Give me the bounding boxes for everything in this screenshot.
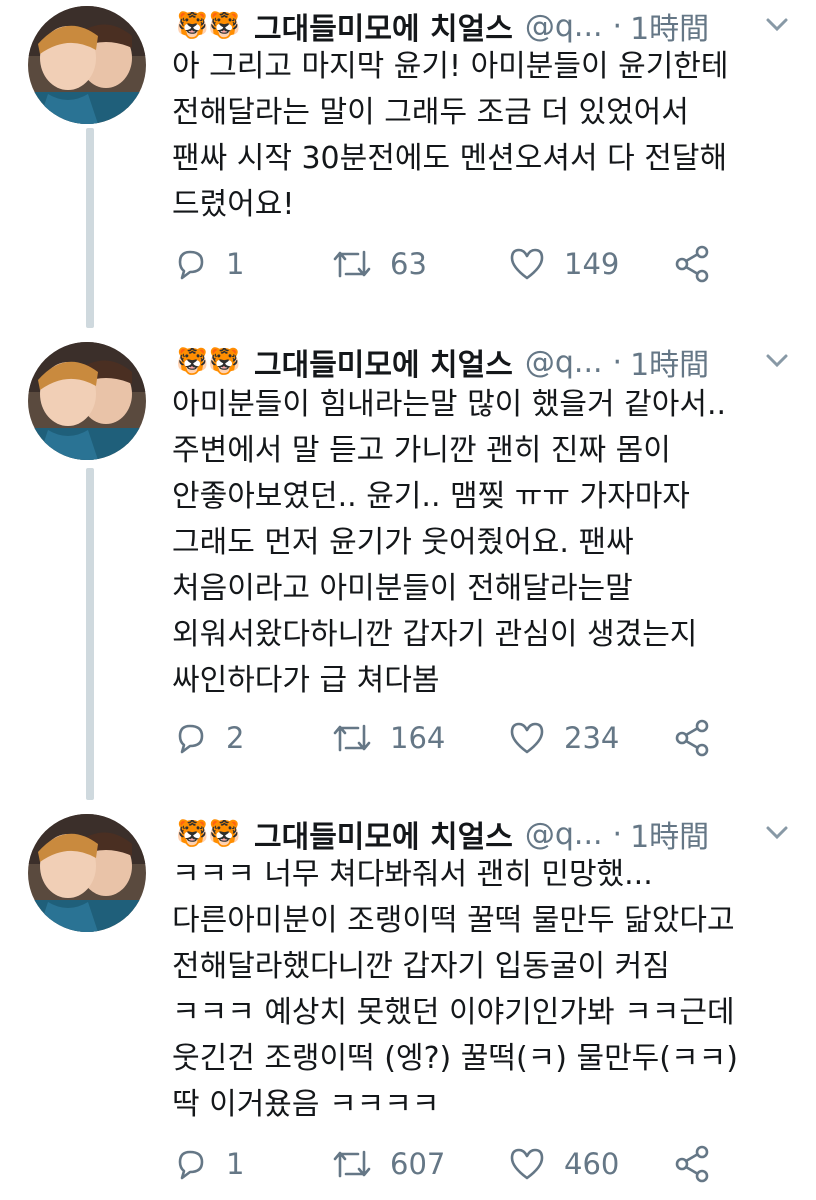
avatar[interactable] [28, 342, 146, 460]
action-bar: 2 164 234 [172, 716, 792, 760]
reply-icon [178, 250, 204, 280]
tweet-header: 🐯🐯 그대들미모에 치얼스 @q... · 1時間 [176, 4, 796, 48]
like-count: 234 [564, 721, 620, 755]
text-line: 드렸어요! [172, 187, 295, 222]
tweet-text: 아미분들이 힘내라는말 많이 했을거 같아서.. 주변에서 말 듣고 가니깐 괜… [172, 382, 802, 704]
retweet-count: 63 [390, 247, 427, 281]
tiger-emoji: 🐯🐯 [176, 11, 241, 41]
share-button[interactable] [672, 1142, 730, 1186]
tweet[interactable]: 🐯🐯 그대들미모에 치얼스 @q... · 1時間 ㅋㅋㅋ 너무 쳐다봐줘서 괜… [0, 812, 816, 1200]
text-line: 안좋아보였던.. 윤기.. 맴찢 ㅠㅠ 가자마자 [172, 479, 690, 514]
text-line: 아미분들이 힘내라는말 많이 했을거 같아서.. [172, 387, 727, 422]
chevron-down-icon[interactable] [762, 10, 792, 40]
tweet-header: 🐯🐯 그대들미모에 치얼스 @q... · 1時間 [176, 340, 796, 384]
retweet-count: 607 [390, 1147, 446, 1181]
separator: · [612, 8, 623, 44]
reply-button[interactable]: 1 [172, 1142, 244, 1186]
like-count: 460 [564, 1147, 620, 1181]
heart-icon [510, 1148, 544, 1180]
like-count: 149 [564, 247, 620, 281]
share-icon [675, 245, 709, 283]
tweet-header: 🐯🐯 그대들미모에 치얼스 @q... · 1時間 [176, 812, 796, 856]
retweet-button[interactable]: 607 [332, 1142, 445, 1186]
text-line: 그래도 먼저 윤기가 웃어줬어요. 팬싸 [172, 525, 634, 560]
text-line: 전해달라했다니깐 갑자기 입동굴이 커짐 [172, 949, 670, 984]
retweet-button[interactable]: 63 [332, 242, 427, 286]
text-line: 웃긴건 조랭이떡 (엥?) 꿀떡(ㅋ) 물만두(ㅋㅋ) [172, 1041, 738, 1076]
share-button[interactable] [672, 242, 730, 286]
reply-count: 2 [226, 721, 245, 755]
avatar[interactable] [28, 6, 146, 124]
timestamp[interactable]: 1時間 [630, 4, 709, 48]
reply-icon [178, 1150, 204, 1180]
reply-count: 1 [226, 247, 245, 281]
reply-button[interactable]: 2 [172, 716, 244, 760]
text-line: 딱 이거욨음 ㅋㅋㅋㅋ [172, 1087, 440, 1122]
display-name[interactable]: 그대들미모에 치얼스 [254, 340, 513, 384]
chevron-down-icon[interactable] [762, 346, 792, 376]
tweet[interactable]: 🐯🐯 그대들미모에 치얼스 @q... · 1時間 아 그리고 마지막 윤기! … [0, 0, 816, 330]
heart-icon [510, 722, 544, 754]
display-name[interactable]: 그대들미모에 치얼스 [254, 4, 513, 48]
separator: · [612, 344, 623, 380]
share-button[interactable] [672, 716, 730, 760]
heart-icon [510, 248, 544, 280]
tiger-emoji: 🐯🐯 [176, 347, 241, 377]
text-line: 처음이라고 아미분들이 전해달라는말 [172, 571, 633, 606]
text-line: 아 그리고 마지막 윤기! 아미분들이 윤기한테 [172, 49, 729, 84]
like-button[interactable]: 460 [508, 1142, 619, 1186]
text-line: 전해달라는 말이 그래두 조금 더 있었어서 [172, 95, 689, 130]
separator: · [612, 816, 623, 852]
share-icon [675, 1145, 709, 1183]
text-line: 다른아미분이 조랭이떡 꿀떡 물만두 닮았다고 [172, 903, 735, 938]
action-bar: 1 63 149 [172, 242, 792, 286]
timestamp[interactable]: 1時間 [630, 340, 709, 384]
handle[interactable]: @q... [525, 817, 603, 852]
tweet[interactable]: 🐯🐯 그대들미모에 치얼스 @q... · 1時間 아미분들이 힘내라는말 많이… [0, 340, 816, 800]
action-bar: 1 607 460 [172, 1142, 792, 1186]
display-name[interactable]: 그대들미모에 치얼스 [254, 812, 513, 856]
reply-icon [178, 724, 204, 754]
retweet-icon [333, 724, 371, 752]
retweet-icon [333, 1150, 371, 1178]
tiger-emoji: 🐯🐯 [176, 819, 241, 849]
text-line: 팬싸 시작 30분전에도 멘션오셔서 다 전달해 [172, 141, 728, 176]
timestamp[interactable]: 1時間 [630, 812, 709, 856]
retweet-button[interactable]: 164 [332, 716, 445, 760]
like-button[interactable]: 149 [508, 242, 619, 286]
text-line: 주변에서 말 듣고 가니깐 괜히 진짜 몸이 [172, 433, 671, 468]
handle[interactable]: @q... [525, 9, 603, 44]
handle[interactable]: @q... [525, 345, 603, 380]
avatar[interactable] [28, 814, 146, 932]
chevron-down-icon[interactable] [762, 818, 792, 848]
retweet-icon [333, 250, 371, 278]
retweet-count: 164 [390, 721, 446, 755]
like-button[interactable]: 234 [508, 716, 619, 760]
tweet-text: ㅋㅋㅋ 너무 쳐다봐줘서 괜히 민망했... 다른아미분이 조랭이떡 꿀떡 물만… [172, 852, 802, 1128]
reply-button[interactable]: 1 [172, 242, 244, 286]
text-line: ㅋㅋㅋ 너무 쳐다봐줘서 괜히 민망했... [172, 857, 653, 892]
share-icon [675, 719, 709, 757]
tweet-text: 아 그리고 마지막 윤기! 아미분들이 윤기한테 전해달라는 말이 그래두 조금… [172, 44, 802, 228]
reply-count: 1 [226, 1147, 245, 1181]
text-line: 싸인하다가 급 쳐다봄 [172, 663, 440, 698]
text-line: 외워서왔다하니깐 갑자기 관심이 생겼는지 [172, 617, 698, 652]
text-line: ㅋㅋㅋ 예상치 못했던 이야기인가봐 ㅋㅋ근데 [172, 995, 735, 1030]
